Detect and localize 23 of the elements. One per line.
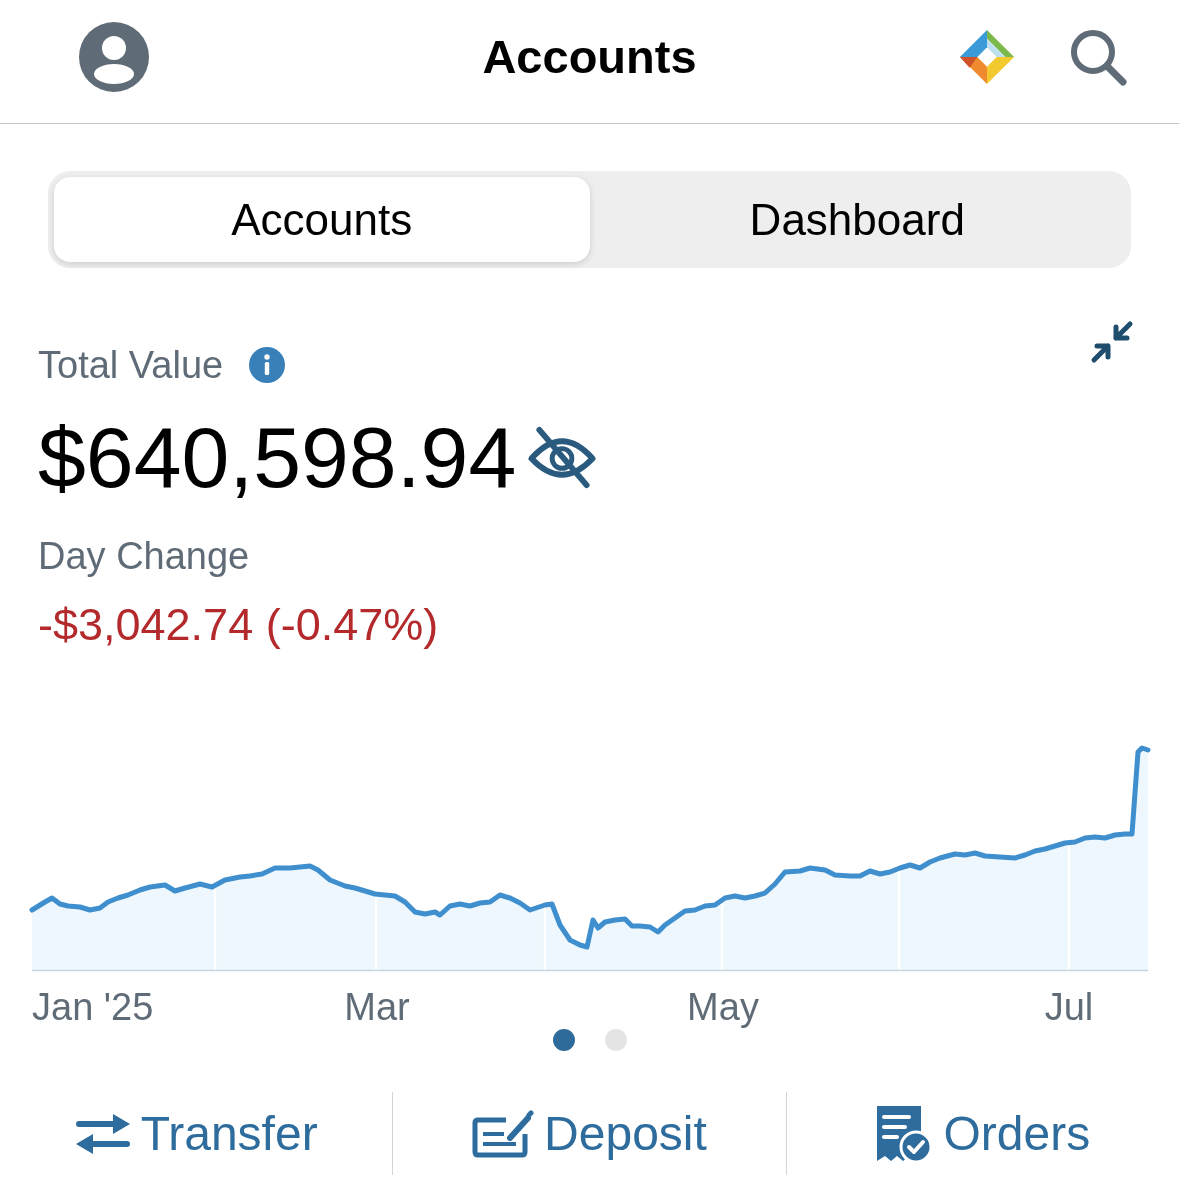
total-value-label: Total Value: [38, 343, 224, 387]
logo-icon[interactable]: [958, 27, 1016, 86]
orders-button[interactable]: Orders: [875, 1103, 1091, 1164]
segment-tab[interactable]: Dashboard: [589, 177, 1125, 262]
day-change-value: -$3,042.74 (-0.47%): [38, 599, 439, 651]
eye-slash-icon[interactable]: [526, 425, 599, 489]
total-value: $640,598.94: [38, 414, 517, 500]
deposit-button[interactable]: Deposit: [472, 1105, 707, 1162]
transfer-button[interactable]: Transfer: [74, 1105, 318, 1162]
day-change-label: Day Change: [38, 534, 250, 578]
page-dot[interactable]: [604, 1029, 627, 1051]
segment-tab[interactable]: Accounts: [54, 177, 590, 262]
page-dot[interactable]: [552, 1029, 575, 1051]
axis-label: Jan '25: [32, 985, 154, 1029]
axis-label: Jul: [1044, 985, 1094, 1029]
axis-label: Mar: [344, 985, 410, 1029]
axis-label: May: [687, 985, 759, 1029]
arrows-icon: [74, 1111, 131, 1156]
collapse-icon[interactable]: [1090, 320, 1134, 364]
page-title: Accounts: [482, 30, 697, 83]
info-icon[interactable]: [249, 347, 286, 383]
avatar-icon[interactable]: [79, 21, 149, 92]
cheque-pencil-icon: [472, 1109, 535, 1158]
